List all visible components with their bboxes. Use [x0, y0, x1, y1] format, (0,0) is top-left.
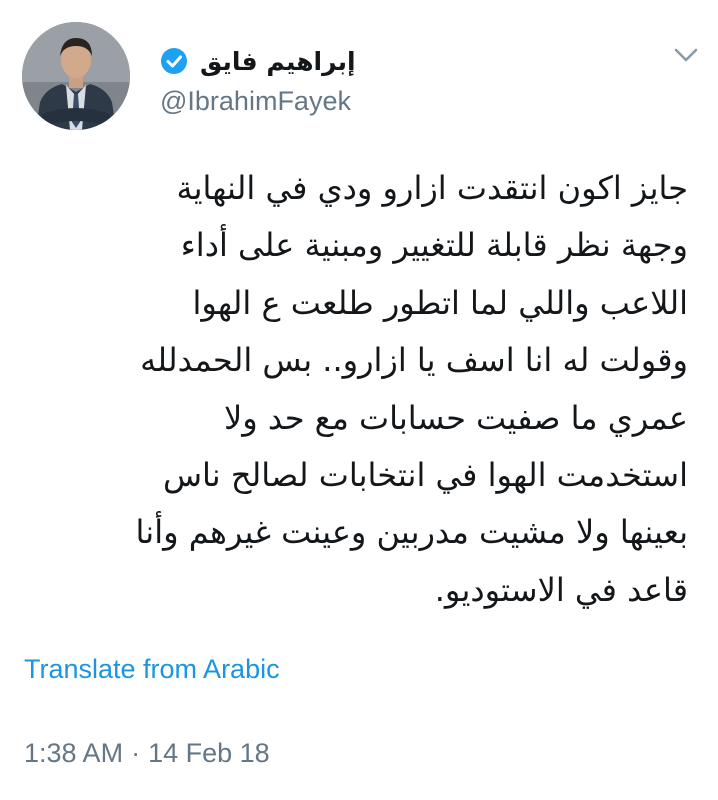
tweet-text-line: وجهة نظر قابلة للتغيير ومبنية على أداء — [180, 226, 688, 265]
author-display-name[interactable]: إبراهيم فايق — [200, 47, 356, 76]
tweet-text-line: بعينها ولا مشيت مدربين وعينت غيرهم وأنا — [135, 513, 688, 552]
timestamp-separator: · — [131, 738, 141, 768]
verified-badge-icon — [160, 47, 188, 75]
timestamp-date: 14 Feb 18 — [148, 738, 270, 768]
author-name-row: إبراهيم فايق — [160, 40, 356, 82]
author-handle[interactable]: @IbrahimFayek — [160, 86, 351, 117]
tweet-text-line: وقولت له انا اسف يا ازارو.. بس الحمدلله — [140, 341, 688, 380]
tweet-text-line: اللاعب واللي لما اتطور طلعت ع الهوا — [192, 283, 689, 322]
tweet-text: جايز اكون انتقدت ازارو ودي في النهاية وج… — [18, 160, 688, 619]
tweet-text-line: جايز اكون انتقدت ازارو ودي في النهاية — [176, 169, 688, 207]
tweet-text-line: عمري ما صفيت حسابات مع حد ولا — [224, 398, 688, 437]
chevron-down-icon[interactable] — [672, 44, 700, 66]
tweet-card: إبراهيم فايق @IbrahimFayek جايز اكون انت… — [0, 0, 718, 800]
tweet-text-line: قاعد في الاستوديو. — [434, 570, 688, 609]
avatar[interactable] — [22, 22, 130, 130]
translate-link[interactable]: Translate from Arabic — [24, 654, 280, 685]
tweet-timestamp[interactable]: 1:38 AM · 14 Feb 18 — [24, 738, 270, 769]
timestamp-time: 1:38 AM — [24, 738, 124, 768]
tweet-text-line: استخدمت الهوا في انتخابات لصالح ناس — [162, 456, 688, 495]
